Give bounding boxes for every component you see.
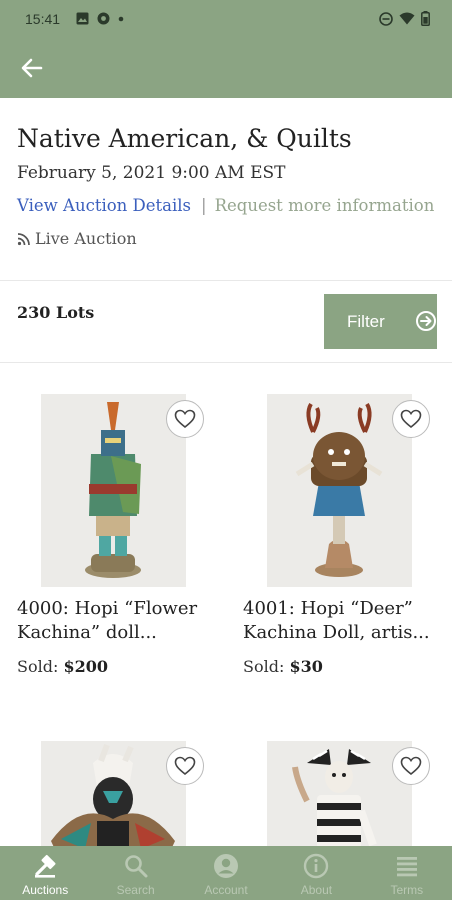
filter-button[interactable]: Filter	[324, 294, 437, 349]
status-notification-icons	[76, 12, 124, 25]
auction-info: Native American, & Quilts February 5, 20…	[0, 98, 452, 281]
lot-image-flower-kachina[interactable]	[41, 394, 186, 587]
sold-label: Sold:	[243, 657, 285, 676]
account-icon	[214, 854, 239, 878]
chrome-notification-icon	[97, 12, 110, 25]
status-time: 15:41	[25, 11, 61, 27]
lot-card[interactable]	[0, 710, 226, 846]
lot-image[interactable]	[41, 741, 186, 846]
lot-title[interactable]: 4000: Hopi “Flower Kachina” doll...	[17, 597, 217, 645]
app-header: 15:41	[0, 0, 452, 98]
heart-icon	[400, 409, 422, 429]
nav-terms[interactable]: Terms	[362, 846, 452, 900]
favorite-button[interactable]	[392, 747, 430, 785]
lot-title[interactable]: 4001: Hopi “Deer” Kachina Doll, artis...	[243, 597, 443, 645]
dot-icon	[118, 16, 124, 21]
lot-card[interactable]: 4001: Hopi “Deer” Kachina Doll, artis...…	[226, 363, 452, 683]
auction-type-label: Live Auction	[35, 229, 137, 248]
favorite-button[interactable]	[392, 400, 430, 438]
lot-sold-price: Sold: $30	[243, 657, 323, 676]
image-notification-icon	[76, 12, 89, 25]
battery-icon	[421, 11, 430, 26]
nav-about[interactable]: About	[271, 846, 361, 900]
heart-icon	[174, 756, 196, 776]
heart-icon	[400, 756, 422, 776]
nav-search[interactable]: Search	[90, 846, 180, 900]
auction-date: February 5, 2021 9:00 AM EST	[17, 163, 286, 183]
lot-image-deer-kachina[interactable]	[267, 394, 412, 587]
lot-title-line: Kachina Doll, artis...	[243, 622, 430, 643]
search-icon	[124, 855, 148, 878]
auction-title: Native American, & Quilts	[17, 124, 352, 153]
link-separator: |	[201, 196, 207, 215]
back-arrow-icon[interactable]	[18, 54, 46, 82]
sold-label: Sold:	[17, 657, 59, 676]
terms-icon	[396, 857, 417, 877]
nav-auctions-label: Auctions	[22, 883, 69, 897]
request-info-link[interactable]: Request more information	[215, 196, 435, 215]
bottom-navigation: Auctions Search Account About Terms	[0, 846, 452, 900]
auction-type: Live Auction	[17, 229, 137, 248]
wifi-icon	[399, 12, 415, 25]
heart-icon	[174, 409, 196, 429]
lot-card[interactable]	[226, 710, 452, 846]
lot-card[interactable]: 4000: Hopi “Flower Kachina” doll... Sold…	[0, 363, 226, 683]
rss-icon	[17, 232, 30, 245]
lot-title-line: 4000: Hopi “Flower	[17, 598, 198, 619]
arrow-circle-right-icon	[416, 311, 436, 331]
do-not-disturb-icon	[379, 11, 393, 26]
lot-title-line: Kachina” doll...	[17, 622, 157, 643]
nav-about-label: About	[300, 883, 333, 897]
sold-price: $200	[63, 657, 108, 676]
nav-search-label: Search	[116, 883, 155, 897]
status-system-icons	[379, 11, 430, 26]
lot-title-line: 4001: Hopi “Deer”	[243, 598, 413, 619]
nav-account-label: Account	[204, 883, 248, 897]
favorite-button[interactable]	[166, 400, 204, 438]
nav-account[interactable]: Account	[181, 846, 271, 900]
sold-price: $30	[289, 657, 323, 676]
view-auction-details-link[interactable]: View Auction Details	[17, 196, 191, 215]
lots-count: 230 Lots	[17, 303, 95, 322]
lot-image[interactable]	[267, 741, 412, 846]
lot-sold-price: Sold: $200	[17, 657, 108, 676]
gavel-icon	[35, 854, 56, 878]
favorite-button[interactable]	[166, 747, 204, 785]
lots-toolbar: 230 Lots Filter	[0, 281, 452, 363]
nav-terms-label: Terms	[390, 883, 424, 897]
info-icon	[304, 853, 329, 879]
nav-auctions[interactable]: Auctions	[0, 846, 90, 900]
status-bar: 15:41	[0, 0, 452, 38]
filter-label: Filter	[347, 311, 385, 331]
auction-links: View Auction Details | Request more info…	[17, 196, 434, 215]
